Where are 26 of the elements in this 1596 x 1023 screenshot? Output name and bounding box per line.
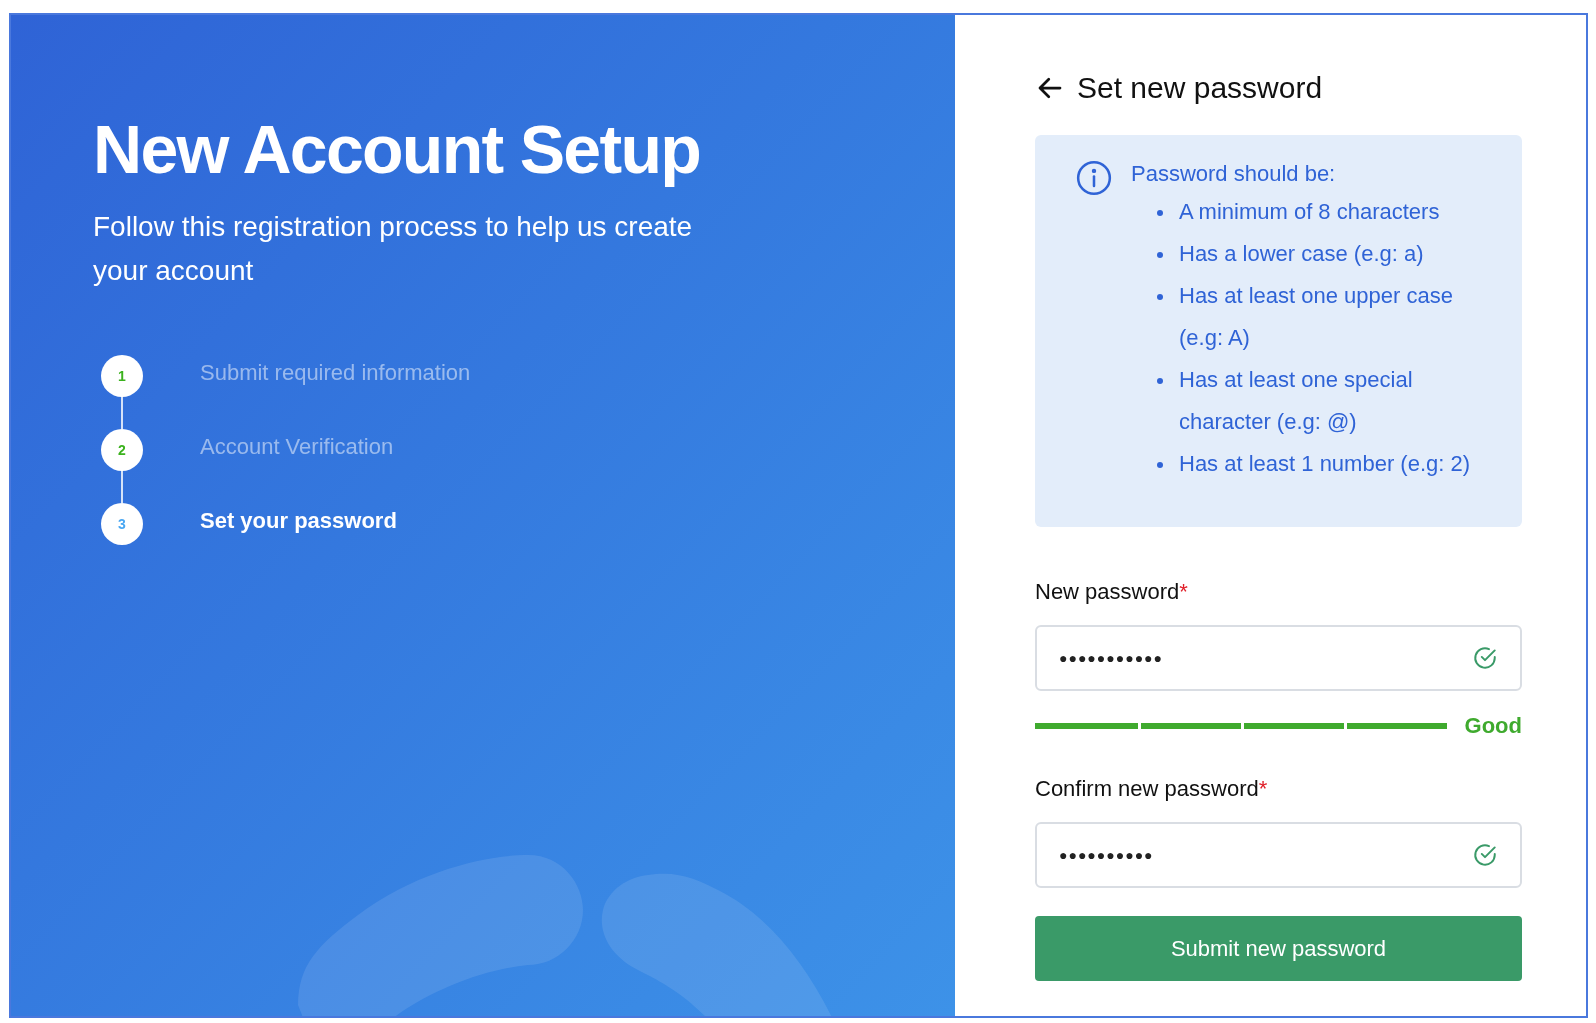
- password-field[interactable]: ●●●●●●●●●●●: [1035, 625, 1522, 691]
- step-label: Submit required information: [200, 359, 471, 387]
- step-number: 3: [101, 503, 143, 545]
- field-label: Confirm new password*: [1035, 775, 1269, 803]
- requirement-item: A minimum of 8 characters: [1179, 198, 1440, 226]
- requirement-item: Has at least 1 number (e.g: 2): [1179, 450, 1471, 478]
- submit-button[interactable]: Submit new password: [1035, 916, 1522, 981]
- requirement-item: Has at least one special character (e.g: @): [1179, 366, 1414, 436]
- password-field[interactable]: ●●●●●●●●●●: [1035, 822, 1522, 888]
- bullet-icon: [1157, 252, 1163, 258]
- requirement-item: Has at least one upper case (e.g: A): [1179, 282, 1454, 352]
- step-number: 2: [101, 429, 143, 471]
- strength-label: Good: [1464, 712, 1522, 740]
- step-number: 1: [101, 355, 143, 397]
- bullet-icon: [1157, 462, 1163, 468]
- bullet-icon: [1157, 294, 1163, 300]
- page-subtitle: Follow this registration process to help us create your account: [93, 210, 694, 288]
- field-label: New password*: [1035, 578, 1189, 606]
- form-title: Set new password: [1077, 70, 1323, 106]
- requirements-heading: Password should be:: [1131, 160, 1337, 188]
- requirement-item: Has a lower case (e.g: a): [1179, 240, 1424, 268]
- step-label: Account Verification: [200, 433, 394, 461]
- bullet-icon: [1157, 210, 1163, 216]
- info-icon: [1075, 159, 1113, 197]
- step-label: Set your password: [200, 507, 397, 535]
- bullet-icon: [1157, 378, 1163, 384]
